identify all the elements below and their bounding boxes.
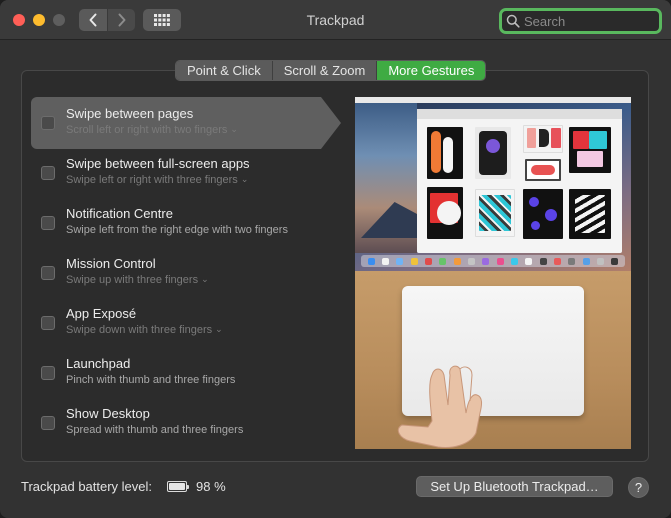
gesture-subtitle-dropdown[interactable]: Swipe up with three fingers ⌄ — [66, 274, 209, 286]
preview-desktop-wallpaper — [355, 103, 417, 253]
chevron-down-icon: ⌄ — [230, 124, 238, 134]
chevron-down-icon: ⌄ — [240, 174, 249, 184]
tab-more-gestures[interactable]: More Gestures — [377, 61, 486, 80]
gesture-title: Notification Centre — [66, 206, 173, 221]
gesture-title: Swipe between full-screen apps — [66, 156, 250, 171]
battery-icon — [167, 481, 189, 492]
set-up-bluetooth-trackpad-button[interactable]: Set Up Bluetooth Trackpad… — [416, 476, 613, 497]
chevron-down-icon: ⌄ — [215, 324, 223, 334]
preview-app-window — [417, 109, 622, 253]
help-button[interactable]: ? — [628, 477, 649, 498]
gesture-title: Swipe between pages — [66, 106, 194, 121]
gesture-subtitle: Swipe left from the right edge with two … — [66, 224, 288, 236]
battery-label: Trackpad battery level: — [21, 479, 153, 494]
gesture-subtitle: Pinch with thumb and three fingers — [66, 374, 236, 386]
gesture-subtitle-dropdown[interactable]: Swipe left or right with three fingers ⌄ — [66, 174, 248, 186]
gesture-row-mission-control[interactable]: Mission Control Swipe up with three fing… — [31, 247, 341, 299]
chevron-down-icon: ⌄ — [201, 274, 209, 284]
gesture-title: Launchpad — [66, 356, 131, 371]
search-input[interactable] — [522, 13, 652, 29]
checkbox-icon[interactable] — [41, 366, 55, 380]
trackpad-preferences-window: Trackpad Point & Click Scroll & Zoom Mor… — [0, 0, 671, 518]
gesture-preview-video — [355, 97, 631, 449]
tab-scroll-and-zoom[interactable]: Scroll & Zoom — [272, 61, 378, 80]
battery-value: 98 % — [196, 479, 226, 494]
hand-icon — [397, 365, 483, 448]
checkbox-icon[interactable] — [41, 166, 55, 180]
search-icon — [506, 14, 520, 28]
gesture-row-app-expose[interactable]: App Exposé Swipe down with three fingers… — [31, 297, 341, 349]
gesture-row-swipe-between-pages[interactable]: Swipe between pages Scroll left or right… — [31, 97, 341, 149]
gesture-subtitle: Spread with thumb and three fingers — [66, 424, 244, 436]
gesture-title: Show Desktop — [66, 406, 150, 421]
gesture-row-swipe-full-screen-apps[interactable]: Swipe between full-screen apps Swipe lef… — [31, 147, 341, 199]
checkbox-icon[interactable] — [41, 266, 55, 280]
gesture-row-show-desktop[interactable]: Show Desktop Spread with thumb and three… — [31, 397, 341, 449]
title-bar: Trackpad — [0, 0, 671, 40]
tab-bar: Point & Click Scroll & Zoom More Gesture… — [175, 60, 487, 81]
gesture-row-notification-centre[interactable]: Notification Centre Swipe left from the … — [31, 197, 341, 249]
preview-dock — [361, 255, 625, 267]
tab-point-and-click[interactable]: Point & Click — [176, 61, 273, 80]
checkbox-icon[interactable] — [41, 116, 55, 130]
gesture-title: App Exposé — [66, 306, 137, 321]
gesture-row-launchpad[interactable]: Launchpad Pinch with thumb and three fin… — [31, 347, 341, 399]
checkbox-icon[interactable] — [41, 216, 55, 230]
gesture-title: Mission Control — [66, 256, 156, 271]
preview-desk — [355, 271, 631, 449]
gesture-subtitle-dropdown[interactable]: Swipe down with three fingers ⌄ — [66, 324, 223, 336]
checkbox-icon[interactable] — [41, 316, 55, 330]
gesture-subtitle-dropdown[interactable]: Scroll left or right with two fingers ⌄ — [66, 124, 238, 136]
preview-screen — [355, 97, 631, 271]
checkbox-icon[interactable] — [41, 416, 55, 430]
search-field[interactable] — [499, 8, 662, 34]
